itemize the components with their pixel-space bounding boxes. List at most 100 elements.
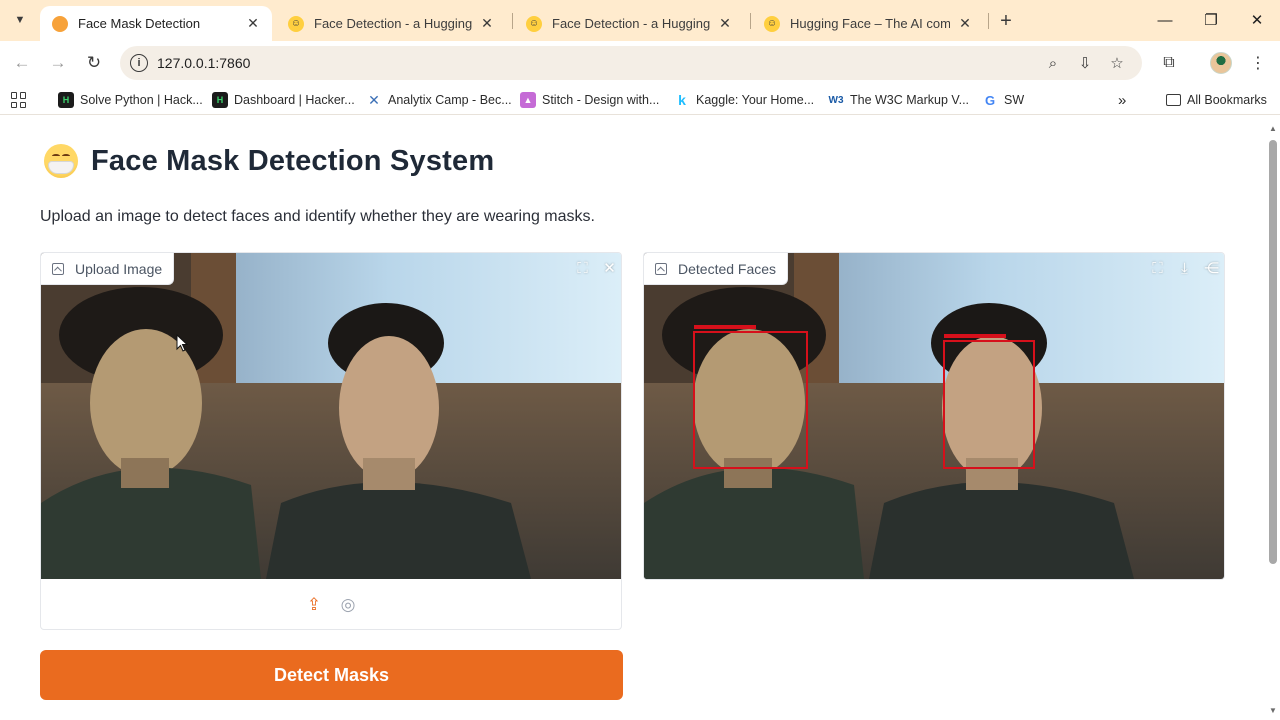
bookmark-sw[interactable]: G SW (982, 91, 1024, 109)
upload-icon[interactable]: ⇪ (304, 595, 324, 615)
analytix-icon: ✕ (368, 91, 380, 108)
kaggle-icon: k (678, 92, 686, 108)
tab-title: Hugging Face – The AI commun (790, 16, 950, 31)
all-bookmarks-button[interactable]: All Bookmarks (1166, 91, 1267, 109)
restore-button[interactable]: ❐ (1188, 0, 1234, 40)
bookmark-label: Analytix Camp - Bec... (388, 93, 512, 107)
install-app-icon[interactable]: ⇩ (1075, 53, 1095, 73)
fullscreen-icon[interactable]: ⛶ (571, 257, 594, 279)
hugging-face-icon: ☺ (526, 15, 542, 32)
forward-button[interactable]: → (44, 49, 72, 77)
mouse-cursor-icon (176, 334, 188, 352)
face-detection-box-tag (694, 325, 756, 329)
tab-title: Face Detection - a Hugging Fac (552, 16, 710, 31)
folder-icon (1166, 94, 1181, 106)
upload-image-panel: Upload Image ⛶ ✕ ⇪ ◎ (40, 252, 622, 630)
tab-separator (750, 13, 751, 29)
reload-button[interactable]: ↻ (80, 49, 108, 77)
w3c-icon: W3 (828, 94, 844, 106)
tab-hugging-face[interactable]: ☺ Hugging Face – The AI commun ✕ (752, 6, 984, 41)
close-icon[interactable]: ✕ (716, 15, 734, 33)
mask-face-emoji-icon (44, 144, 78, 178)
image-icon (655, 262, 667, 275)
bookmark-w3c[interactable]: W3 The W3C Markup V... (828, 91, 970, 109)
source-selector: ⇪ ◎ (41, 579, 621, 629)
webcam-icon[interactable]: ◎ (338, 595, 358, 615)
page-heading: Face Mask Detection System (44, 144, 494, 178)
bookmark-label: Solve Python | Hack... (80, 93, 203, 107)
all-bookmarks-label: All Bookmarks (1187, 93, 1267, 107)
more-bookmarks-button[interactable]: » (1118, 91, 1126, 109)
zoom-icon[interactable]: ⌕ (1043, 53, 1063, 73)
detect-masks-button[interactable]: Detect Masks (40, 650, 623, 700)
minimize-button[interactable]: — (1142, 0, 1188, 40)
extensions-icon[interactable]: ⧉ (1156, 50, 1182, 76)
page-scrollbar[interactable]: ▲ ▼ (1266, 116, 1280, 720)
new-tab-button[interactable]: + (994, 9, 1018, 33)
detected-faces-panel: Detected Faces ⛶ ⤓ ⋲ (643, 252, 1225, 580)
restore-icon: ❐ (1204, 12, 1218, 29)
arrow-right-icon: → (49, 53, 67, 72)
page-content: Face Mask Detection System Upload an ima… (0, 116, 1266, 720)
bookmarks-bar: H Solve Python | Hack... H Dashboard | H… (0, 85, 1280, 115)
input-image-controls: ⛶ ✕ (571, 257, 621, 279)
bookmark-label: Dashboard | Hacker... (234, 93, 355, 107)
scroll-thumb[interactable] (1269, 140, 1277, 564)
bookmark-dashboard[interactable]: H Dashboard | Hacker... (212, 91, 355, 109)
download-icon[interactable]: ⤓ (1173, 257, 1196, 279)
scroll-up-icon[interactable]: ▲ (1268, 124, 1278, 134)
close-icon[interactable]: ✕ (956, 15, 974, 33)
tab-strip: ▼ Face Mask Detection ✕ ☺ Face Detection… (0, 0, 1280, 41)
tab-search-button[interactable]: ▼ (8, 8, 32, 32)
stitch-icon: ▲ (520, 92, 536, 108)
bookmark-label: The W3C Markup V... (850, 93, 970, 107)
bookmark-stitch[interactable]: ▲ Stitch - Design with... (520, 91, 659, 109)
tab-face-detection-2[interactable]: ☺ Face Detection - a Hugging Fac ✕ (514, 6, 744, 41)
profile-avatar[interactable] (1210, 52, 1232, 74)
bookmark-label: Kaggle: Your Home... (696, 93, 815, 107)
uploaded-photo[interactable] (41, 253, 621, 579)
bookmark-analytix-camp[interactable]: ✕ Analytix Camp - Bec... (366, 91, 512, 109)
hugging-face-icon: ☺ (764, 15, 780, 32)
address-bar[interactable]: i 127.0.0.1:7860 ⌕ ⇩ ☆ (120, 46, 1142, 80)
scroll-down-icon[interactable]: ▼ (1268, 706, 1278, 716)
close-icon[interactable]: ✕ (244, 15, 262, 33)
share-icon[interactable]: ⋲ (1200, 257, 1223, 279)
plus-icon: + (1000, 9, 1012, 32)
bookmark-kaggle[interactable]: k Kaggle: Your Home... (674, 91, 814, 109)
detected-faces-text: Detected Faces (678, 260, 777, 277)
chevron-down-icon: ▼ (14, 14, 26, 26)
detected-faces-photo (644, 253, 1224, 579)
back-button[interactable]: ← (8, 49, 36, 77)
page-description: Upload an image to detect faces and iden… (40, 208, 595, 225)
detected-faces-label: Detected Faces (644, 253, 789, 285)
close-icon: ✕ (1250, 12, 1264, 29)
star-icon[interactable]: ☆ (1107, 53, 1127, 73)
tab-separator (988, 13, 989, 29)
arrow-left-icon: ← (13, 53, 31, 72)
gradio-favicon-icon (52, 15, 68, 32)
bookmark-label: SW (1004, 93, 1025, 107)
minimize-icon: — (1157, 11, 1173, 29)
fullscreen-icon[interactable]: ⛶ (1146, 257, 1169, 279)
upload-image-label: Upload Image (41, 253, 175, 285)
url-text[interactable]: 127.0.0.1:7860 (157, 55, 250, 71)
clear-image-icon[interactable]: ✕ (598, 257, 621, 279)
tab-face-detection-1[interactable]: ☺ Face Detection - a Hugging Fac ✕ (276, 6, 506, 41)
close-icon[interactable]: ✕ (478, 15, 496, 33)
tab-title: Face Detection - a Hugging Fac (314, 16, 472, 31)
menu-icon[interactable]: ⋮ (1245, 50, 1271, 76)
tab-face-mask-detection[interactable]: Face Mask Detection ✕ (40, 6, 272, 41)
page-title: Face Mask Detection System (91, 144, 495, 177)
image-icon (52, 262, 64, 275)
output-image-controls: ⛶ ⤓ ⋲ (1146, 257, 1223, 279)
hackerrank-icon: H (212, 92, 228, 108)
bookmark-label: Stitch - Design with... (542, 93, 660, 107)
apps-grid-icon[interactable] (11, 92, 27, 108)
bookmark-solve-python[interactable]: H Solve Python | Hack... (58, 91, 203, 109)
google-icon: G (984, 92, 996, 108)
close-window-button[interactable]: ✕ (1234, 0, 1280, 40)
hugging-face-icon: ☺ (288, 15, 304, 32)
tab-separator (512, 13, 513, 29)
site-info-icon[interactable]: i (130, 54, 148, 72)
